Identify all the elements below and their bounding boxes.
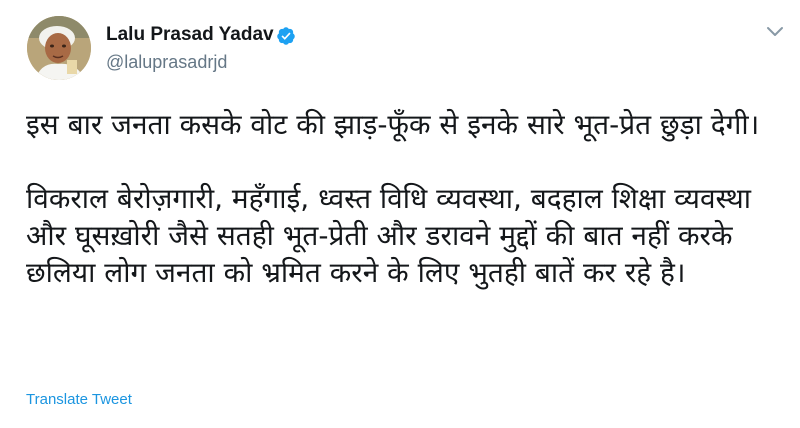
author-handle[interactable]: @laluprasadrjd xyxy=(106,51,227,73)
author-name[interactable]: Lalu Prasad Yadav xyxy=(106,23,274,47)
tweet-paragraph: इस बार जनता कसके वोट की झाड़-फूँक से इनक… xyxy=(26,108,760,141)
tweet-card: Lalu Prasad Yadav @laluprasadrjd इस बार … xyxy=(0,0,800,428)
chevron-down-icon[interactable] xyxy=(766,26,784,38)
author-avatar[interactable] xyxy=(27,16,91,80)
translate-tweet-link[interactable]: Translate Tweet xyxy=(26,390,132,410)
tweet-paragraph: विकराल बेरोज़गारी, महँगाई, ध्वस्त विधि व… xyxy=(26,182,752,289)
tweet-text: इस बार जनता कसके वोट की झाड़-फूँक से इनक… xyxy=(26,106,786,291)
verified-badge-icon xyxy=(277,27,295,45)
profile-photo-icon xyxy=(27,16,91,80)
